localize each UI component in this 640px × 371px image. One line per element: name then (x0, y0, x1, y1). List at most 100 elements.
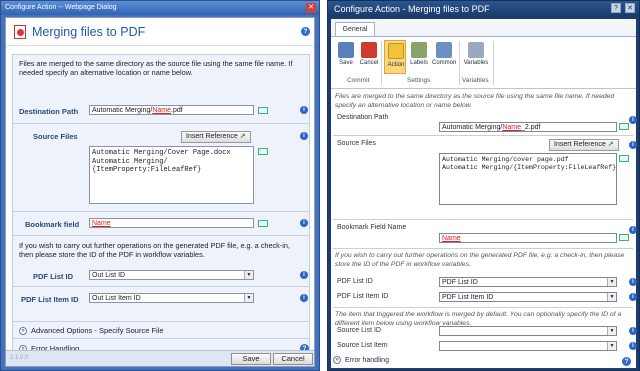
ribbon-group-variables: Variables (462, 77, 489, 84)
pdf-list-id-value: Out List ID (92, 272, 126, 279)
dialog-client: General Save Cancel Action Labels Common… (331, 19, 637, 368)
divider (13, 286, 309, 287)
info-icon[interactable]: i (629, 141, 637, 149)
destination-field[interactable]: Automatic Merging/Name.pdf (89, 105, 254, 115)
ribbon-cancel-button[interactable]: Cancel (358, 40, 380, 74)
tab-general[interactable]: General (335, 22, 375, 36)
bookmark-token[interactable]: Name (442, 235, 461, 242)
lookup-icon[interactable] (258, 107, 268, 114)
destination-token[interactable]: Name (152, 107, 171, 114)
chevron-down-icon[interactable]: ▼ (607, 293, 616, 301)
ribbon-variables-button[interactable]: Variables (463, 40, 489, 74)
destination-field[interactable]: Automatic Merging/Name_2.pdf (439, 122, 617, 132)
info-icon[interactable]: i (300, 271, 308, 279)
insert-reference-label: Insert Reference (186, 133, 238, 140)
window-title: Configure Action - Merging files to PDF (334, 4, 490, 14)
chevron-down-icon[interactable]: ▼ (244, 271, 253, 279)
advanced-options-label: Advanced Options - Specify Source File (31, 326, 164, 335)
window-titlebar: Configure Action - Merging files to PDF … (328, 1, 639, 17)
common-icon (436, 42, 452, 58)
expand-icon[interactable]: » (19, 327, 27, 336)
insert-arrow-icon: ↗ (607, 141, 614, 148)
ribbon-labels-button[interactable]: Labels (408, 40, 430, 74)
help-icon[interactable]: ? (622, 357, 631, 366)
lookup-icon[interactable] (619, 234, 629, 241)
source-files-label: Source Files (33, 132, 78, 141)
ribbon-common-label: Common (432, 60, 457, 66)
info-icon[interactable]: i (629, 226, 637, 234)
close-icon[interactable]: ✕ (306, 3, 316, 13)
expand-icon[interactable]: » (333, 356, 341, 365)
source-list-item-label: Source List Item (337, 342, 388, 349)
save-button[interactable]: Save (231, 353, 271, 365)
info-icon[interactable]: i (629, 327, 637, 335)
help-icon[interactable]: ? (301, 27, 310, 36)
destination-label: Destination Path (337, 114, 389, 121)
source-list-id-select[interactable]: ▼ (439, 326, 617, 336)
info-icon[interactable]: i (300, 132, 308, 140)
divider (13, 321, 309, 322)
pdf-icon (14, 24, 26, 39)
pdf-list-id-select[interactable]: Out List ID ▼ (89, 270, 254, 280)
source-list-item-select[interactable]: ▼ (439, 341, 617, 351)
pdf-list-item-id-label: PDF List Item ID (21, 295, 79, 304)
lookup-icon[interactable] (258, 220, 268, 227)
pdf-list-item-id-label: PDF List Item ID (337, 293, 389, 300)
pdf-list-id-select[interactable]: PDF List ID ▼ (439, 277, 617, 287)
close-icon[interactable]: ✕ (625, 3, 635, 13)
chevron-down-icon[interactable]: ▼ (607, 327, 616, 335)
info-icon[interactable]: i (629, 342, 637, 350)
info-icon[interactable]: i (300, 219, 308, 227)
chevron-down-icon[interactable]: ▼ (607, 342, 616, 350)
lookup-icon[interactable] (619, 123, 629, 130)
ribbon-group-commit: Commit (347, 77, 370, 84)
settings-panel: Files are merged to the same directory a… (12, 54, 310, 358)
pdf-list-item-id-value: PDF List Item ID (442, 294, 494, 301)
lookup-icon[interactable] (619, 155, 629, 162)
destination-label: Destination Path (19, 107, 79, 116)
version-text: 2.1.0.0 (10, 355, 29, 361)
ribbon-separator (493, 41, 494, 85)
pdf-list-id-label: PDF List ID (33, 272, 74, 281)
ribbon-save-button[interactable]: Save (335, 40, 357, 74)
dialog-footer: 2.1.0.0 Save Cancel (6, 350, 314, 366)
help-icon[interactable]: ? (611, 3, 621, 13)
info-icon[interactable]: i (629, 293, 637, 301)
chevron-down-icon[interactable]: ▼ (607, 278, 616, 286)
ribbon-action-button[interactable]: Action (384, 40, 406, 74)
source-files-textarea[interactable]: Automatic Merging/cover page.pdf Automat… (439, 153, 617, 205)
chevron-down-icon[interactable]: ▼ (244, 294, 253, 302)
pdf-list-item-id-select[interactable]: PDF List Item ID ▼ (439, 292, 617, 302)
source-files-textarea[interactable]: Automatic Merging/Cover Page.docx Automa… (89, 146, 254, 204)
destination-prefix: Automatic Merging/ (92, 107, 153, 114)
advanced-options-section[interactable]: » Advanced Options - Specify Source File (19, 326, 164, 336)
cancel-button[interactable]: Cancel (273, 353, 313, 365)
insert-reference-button[interactable]: Insert Reference ↗ (549, 139, 619, 151)
bookmark-label: Bookmark field (25, 220, 80, 229)
info-icon[interactable]: i (300, 294, 308, 302)
bookmark-field[interactable]: Name (89, 218, 254, 228)
bookmark-token[interactable]: Name (92, 220, 111, 227)
pdf-list-item-id-select[interactable]: Out List Item ID ▼ (89, 293, 254, 303)
variables-note: If you wish to carry out further operati… (19, 241, 290, 259)
ribbon-common-button[interactable]: Common (432, 40, 456, 74)
info-icon[interactable]: i (300, 106, 308, 114)
divider (333, 219, 633, 220)
divider (13, 235, 309, 236)
ribbon-separator (459, 41, 460, 85)
page-title: Merging files to PDF (32, 24, 146, 39)
intro-text: Files are merged to the same directory a… (19, 59, 293, 77)
error-handling-section[interactable]: » Error handling ? (333, 356, 633, 366)
ribbon-body: Save Cancel Action Labels Common Variabl… (331, 36, 636, 88)
info-icon[interactable]: i (629, 278, 637, 286)
dialog-client: Merging files to PDF ? Files are merged … (5, 17, 315, 367)
bookmark-field[interactable]: Name (439, 233, 617, 243)
insert-reference-label: Insert Reference (554, 141, 606, 148)
lookup-icon[interactable] (258, 148, 268, 155)
divider (333, 135, 633, 136)
destination-token[interactable]: Name (502, 124, 521, 131)
insert-reference-button[interactable]: Insert Reference ↗ (181, 131, 251, 143)
bookmark-label: Bookmark Field Name (337, 224, 407, 231)
labels-icon (411, 42, 427, 58)
info-icon[interactable]: i (629, 116, 637, 124)
